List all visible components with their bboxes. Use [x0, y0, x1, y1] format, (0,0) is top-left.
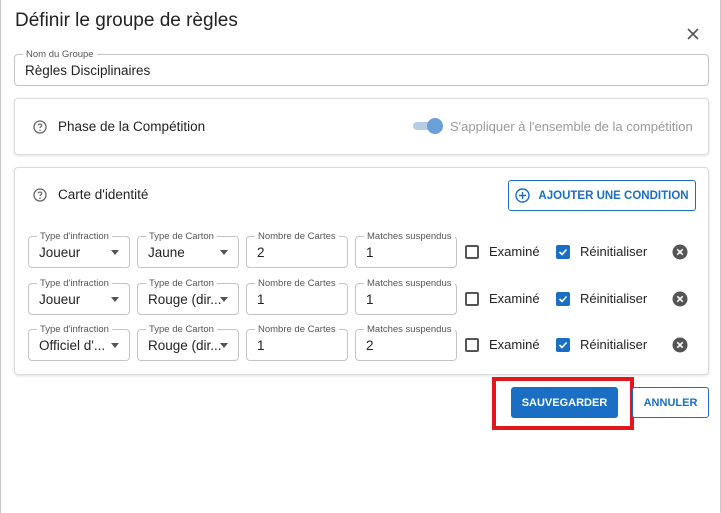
- suspended-value: 2: [366, 337, 374, 353]
- suspended-value: 1: [366, 244, 374, 260]
- card-count-input[interactable]: Nombre de Cartes 1: [246, 278, 348, 315]
- toggle-thumb: [427, 118, 443, 134]
- suspended-input[interactable]: Matches suspendus 1: [355, 231, 457, 268]
- suspended-input[interactable]: Matches suspendus 2: [355, 324, 457, 361]
- card-count-input[interactable]: Nombre de Cartes 2: [246, 231, 348, 268]
- infraction-select[interactable]: Type d'infraction Joueur: [28, 231, 130, 268]
- card-type-value: Rouge (dir...: [148, 291, 222, 307]
- examined-checkbox[interactable]: [465, 338, 479, 352]
- chevron-down-icon: [111, 343, 119, 348]
- chevron-down-icon: [111, 297, 119, 302]
- card-count-input[interactable]: Nombre de Cartes 1: [246, 324, 348, 361]
- suspended-label: Matches suspendus: [364, 231, 455, 242]
- reset-checkbox[interactable]: [556, 292, 570, 306]
- suspended-label: Matches suspendus: [364, 324, 455, 335]
- infraction-select[interactable]: Type d'infraction Officiel d'...: [28, 324, 130, 361]
- add-condition-label: AJOUTER UNE CONDITION: [538, 189, 689, 202]
- infraction-select[interactable]: Type d'infraction Joueur: [28, 278, 130, 315]
- chevron-down-icon: [220, 297, 228, 302]
- card-type-value: Rouge (dir...: [148, 337, 222, 353]
- chevron-down-icon: [220, 250, 228, 255]
- phase-label: Phase de la Compétition: [58, 119, 206, 134]
- examined-checkbox[interactable]: [465, 245, 479, 259]
- help-icon[interactable]: [33, 188, 47, 202]
- card-count-value: 2: [257, 244, 265, 260]
- close-icon: [687, 28, 699, 40]
- close-button[interactable]: [681, 22, 705, 46]
- suspended-value: 1: [366, 291, 374, 307]
- remove-row-icon[interactable]: [672, 244, 688, 260]
- check-icon: [558, 295, 568, 303]
- cancel-button[interactable]: ANNULER: [632, 387, 709, 418]
- suspended-label: Matches suspendus: [364, 278, 455, 289]
- check-icon: [558, 248, 568, 256]
- apply-all-toggle[interactable]: [411, 118, 443, 134]
- reset-checkbox[interactable]: [556, 338, 570, 352]
- remove-row-icon[interactable]: [672, 291, 688, 307]
- card-count-label: Nombre de Cartes: [255, 231, 339, 242]
- card-type-select[interactable]: Type de Carton Rouge (dir...: [137, 324, 239, 361]
- group-name-value: Règles Disciplinaires: [25, 62, 151, 78]
- examined-label: Examiné: [489, 244, 540, 259]
- examined-label: Examiné: [489, 291, 540, 306]
- examined-label: Examiné: [489, 337, 540, 352]
- apply-all-label: S'appliquer à l'ensemble de la compétiti…: [450, 119, 693, 134]
- chevron-down-icon: [220, 343, 228, 348]
- infraction-value: Joueur: [39, 291, 81, 307]
- chevron-down-icon: [111, 250, 119, 255]
- card-count-value: 1: [257, 337, 265, 353]
- suspended-input[interactable]: Matches suspendus 1: [355, 278, 457, 315]
- dialog-title: Définir le groupe de règles: [15, 10, 238, 31]
- save-button[interactable]: SAUVEGARDER: [511, 387, 618, 418]
- card-count-value: 1: [257, 291, 265, 307]
- card-count-label: Nombre de Cartes: [255, 278, 339, 289]
- card-type-select[interactable]: Type de Carton Rouge (dir...: [137, 278, 239, 315]
- reset-checkbox[interactable]: [556, 245, 570, 259]
- reset-label: Réinitialiser: [580, 291, 648, 306]
- help-icon[interactable]: [33, 120, 47, 134]
- infraction-value: Officiel d'...: [39, 337, 106, 353]
- rule-group-dialog: Définir le groupe de règles Nom du Group…: [0, 0, 721, 513]
- examined-checkbox[interactable]: [465, 292, 479, 306]
- group-name-field[interactable]: Nom du Groupe Règles Disciplinaires: [14, 49, 709, 86]
- add-circle-icon: [515, 188, 531, 203]
- card-type-select[interactable]: Type de Carton Jaune: [137, 231, 239, 268]
- reset-label: Réinitialiser: [580, 337, 648, 352]
- check-icon: [558, 341, 568, 349]
- reset-label: Réinitialiser: [580, 244, 648, 259]
- infraction-value: Joueur: [39, 244, 81, 260]
- card-type-value: Jaune: [148, 244, 185, 260]
- remove-row-icon[interactable]: [672, 337, 688, 353]
- add-condition-button[interactable]: AJOUTER UNE CONDITION: [508, 180, 696, 211]
- id-card-label: Carte d'identité: [58, 187, 149, 202]
- card-count-label: Nombre de Cartes: [255, 324, 339, 335]
